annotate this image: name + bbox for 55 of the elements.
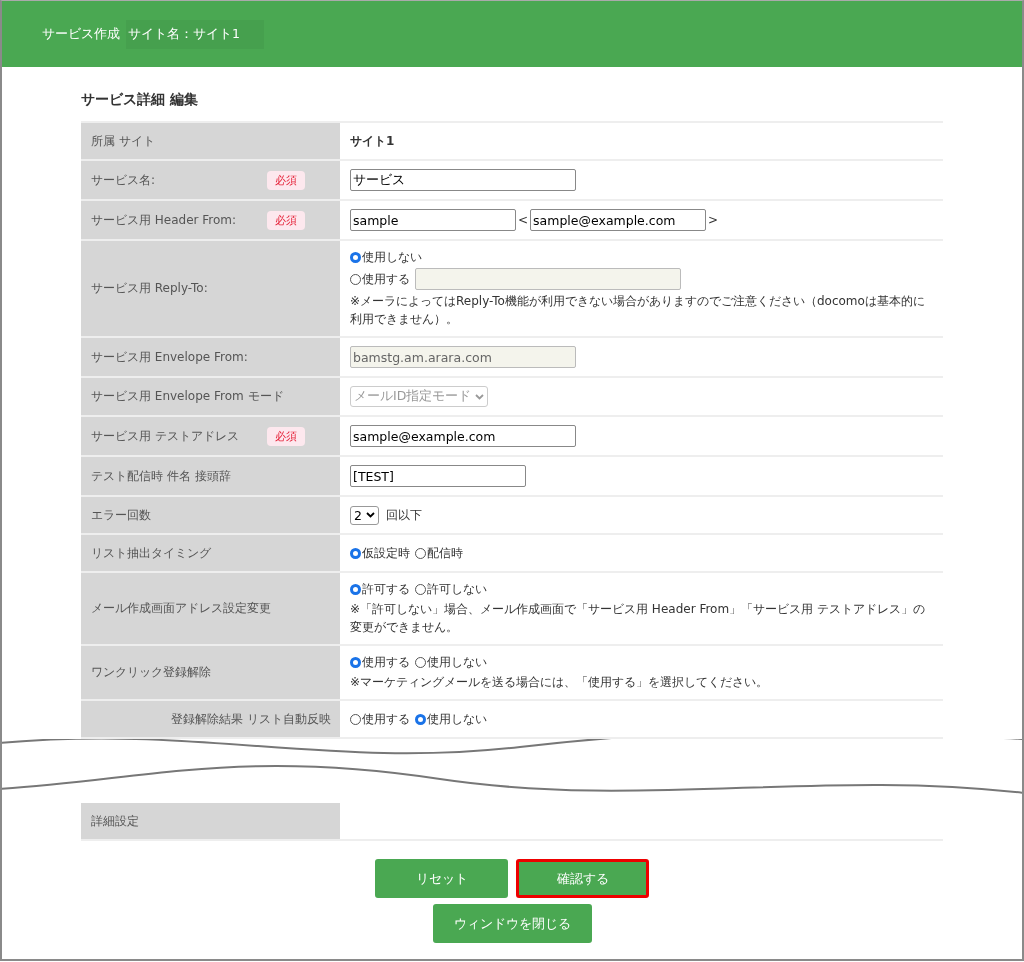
value-text: > <box>708 213 719 227</box>
value-text: 回以下 <box>385 506 422 524</box>
text-field[interactable]: [TEST] <box>350 465 526 487</box>
radio-button[interactable] <box>350 657 361 668</box>
page-title: サービス作成 <box>42 25 120 43</box>
field-label: エラー回数 <box>91 506 152 524</box>
radio-label: 使用する <box>362 270 410 288</box>
field-label: サービス用 テストアドレス <box>91 427 240 445</box>
field-label: サービス名: <box>91 171 157 189</box>
radio-button[interactable] <box>350 273 361 285</box>
field-label: サービス用 Envelope From: <box>91 348 249 366</box>
required-badge: 必須 <box>267 170 305 190</box>
field-label: 登録解除結果 リスト自動反映 <box>170 710 330 728</box>
radio-label: 仮設定時 <box>362 544 410 562</box>
field-label: 所属 サイト <box>91 132 156 150</box>
note-text: ※メーラによってはReply-To機能が利用できない場合がありますのでご注意ください（docomoは基本的に利用できません）。 <box>350 293 926 328</box>
dropdown[interactable]: 2 <box>350 505 379 525</box>
radio-button[interactable] <box>350 252 361 263</box>
text-field[interactable]: sample@example.com <box>530 209 707 231</box>
radio-label: 許可する <box>362 581 410 598</box>
chevron-down-icon <box>365 512 375 518</box>
radio-label: 許可しない <box>427 581 487 598</box>
field-label: ワンクリック登録解除 <box>91 664 212 681</box>
text-field[interactable]: sample@example.com <box>350 425 576 447</box>
required-badge: 必須 <box>267 426 305 446</box>
section-title: サービス詳細 編集 <box>81 91 199 109</box>
note-text: ※マーケティングメールを送る場合には、「使用する」を選択してください。 <box>350 674 770 691</box>
radio-label: 配信時 <box>427 544 463 562</box>
note-text: ※「許可しない」場合、メール作成画面で「サービス用 Header From」「サービス用 テストアドレス」の変更ができません。 <box>350 601 926 636</box>
chevron-down-icon <box>475 393 485 400</box>
radio-label: 使用しない <box>427 710 487 728</box>
radio-label: 使用しない <box>427 654 487 671</box>
radio-button[interactable] <box>350 713 361 725</box>
radio-label: 使用する <box>362 654 410 671</box>
field-label: 詳細設定 <box>91 812 140 830</box>
text-field[interactable]: sample <box>350 209 516 231</box>
value-text: サイト1 <box>350 132 395 150</box>
required-badge: 必須 <box>267 210 305 230</box>
field-label: リスト抽出タイミング <box>91 544 212 562</box>
field-label: サービス用 Header From: <box>91 211 238 229</box>
radio-button[interactable] <box>350 584 361 595</box>
field-label: テスト配信時 件名 接頭辞 <box>91 467 232 485</box>
radio-button[interactable] <box>415 584 426 595</box>
radio-button[interactable] <box>415 547 426 559</box>
field-label: サービス用 Envelope From モード <box>91 388 284 405</box>
radio-button[interactable] <box>415 713 426 725</box>
site-name: サイト名：サイト1 <box>126 19 264 49</box>
field-label: メール作成画面アドレス設定変更 <box>91 600 271 617</box>
text-field[interactable]: サービス <box>350 169 576 191</box>
radio-label: 使用しない <box>362 249 422 266</box>
field-label: サービス用 Reply-To: <box>91 280 209 297</box>
radio-button[interactable] <box>350 547 361 559</box>
radio-button[interactable] <box>415 657 426 668</box>
value-text: < <box>518 213 529 227</box>
radio-label: 使用する <box>362 710 410 728</box>
